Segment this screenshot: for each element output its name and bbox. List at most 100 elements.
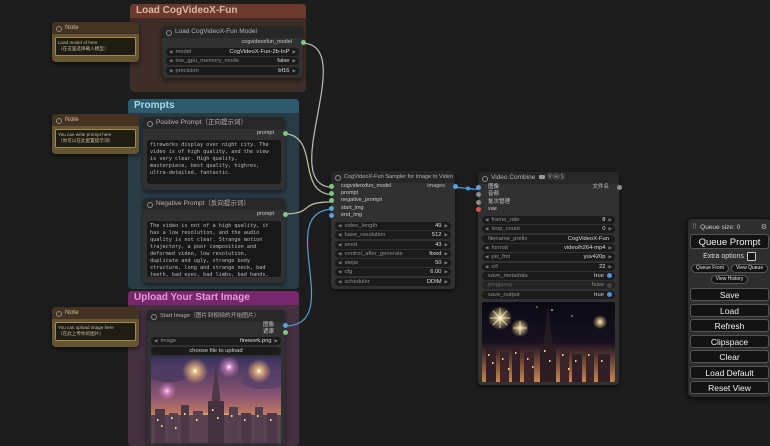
widget-frame-rate[interactable]: ◀frame_rate8▶ <box>482 216 615 224</box>
save-button[interactable]: Save <box>690 288 769 301</box>
node-sampler[interactable]: CogVideoX-Fun Sampler for Image to Video… <box>331 171 455 289</box>
clipspace-button[interactable]: Clipspace <box>690 335 769 348</box>
widget-precision[interactable]: ◀ precision bf16 ▶ <box>166 67 299 75</box>
left-arrow-icon[interactable]: ◀ <box>485 254 488 260</box>
widget-pingpong[interactable]: pingpongfalse <box>482 281 615 289</box>
widget-loop-count[interactable]: ◀loop_count0▶ <box>482 225 615 233</box>
input-dot-prompt[interactable] <box>329 191 334 196</box>
right-arrow-icon[interactable]: ▶ <box>445 242 448 248</box>
right-arrow-icon[interactable]: ▶ <box>275 338 278 344</box>
clear-button[interactable]: Clear <box>690 350 769 363</box>
output-dot-positive[interactable] <box>283 131 288 136</box>
widget-low-gpu-memory-mode[interactable]: ◀ low_gpu_memory_mode false ▶ <box>166 57 299 65</box>
widget-steps[interactable]: ◀steps50▶ <box>335 259 451 267</box>
note-text[interactable]: You can write prompt here （你可以在此配置提示词） <box>55 129 136 148</box>
collapse-dot-icon[interactable] <box>56 311 62 317</box>
input-dot-vae[interactable] <box>476 207 481 212</box>
left-arrow-icon[interactable]: ◀ <box>338 269 341 275</box>
left-arrow-icon[interactable]: ◀ <box>169 58 172 64</box>
right-arrow-icon[interactable]: ▶ <box>609 217 612 223</box>
note-node-prompt-header[interactable]: Note <box>52 114 139 126</box>
toggle-on-icon[interactable] <box>607 292 612 297</box>
note-text[interactable]: Load model of here （在这里选择载入模型） <box>55 37 136 56</box>
right-arrow-icon[interactable]: ▶ <box>445 223 448 229</box>
widget-cfg[interactable]: ◀cfg6.00▶ <box>335 268 451 276</box>
toggle-off-icon[interactable] <box>607 283 612 288</box>
left-arrow-icon[interactable]: ◀ <box>485 226 488 232</box>
widget-base-resolution[interactable]: ◀base_resolution512▶ <box>335 231 451 239</box>
right-arrow-icon[interactable]: ▶ <box>445 269 448 275</box>
node-load-model-header[interactable]: Load CogVideoX-Fun Model <box>162 26 303 38</box>
widget-image-file[interactable]: ◀ image firework.png ▶ <box>151 337 281 345</box>
left-arrow-icon[interactable]: ◀ <box>485 264 488 270</box>
node-video-combine[interactable]: Video Combine ⓋⒽⓈ 图像 文件名 音频 批次管理 vae ◀fr… <box>478 172 619 385</box>
negative-prompt-textarea[interactable]: The video is not of a high quality, it h… <box>147 221 281 277</box>
view-history-button[interactable]: View History <box>711 275 749 284</box>
input-dot-audio[interactable] <box>476 192 481 197</box>
widget-pix-fmt[interactable]: ◀pix_fmtyuv420p▶ <box>482 253 615 261</box>
comfyui-menu-panel[interactable]: ⠿ Queue size: 0 ⚙ Queue Prompt Extra opt… <box>687 218 770 398</box>
widget-control-after-generate[interactable]: ◀control_after_generatefixed▶ <box>335 250 451 258</box>
output-dot-model[interactable] <box>301 40 306 45</box>
widget-format[interactable]: ◀formatvideo/h264-mp4▶ <box>482 244 615 252</box>
widget-filename-prefix[interactable]: filename_prefixCogVideoX-Fun <box>482 235 615 243</box>
collapse-dot-icon[interactable] <box>335 175 341 181</box>
load-button[interactable]: Load <box>690 304 769 317</box>
load-default-button[interactable]: Load Default <box>690 366 769 379</box>
video-preview[interactable] <box>482 302 615 382</box>
collapse-dot-icon[interactable] <box>147 202 153 208</box>
widget-video-length[interactable]: ◀video_length49▶ <box>335 222 451 230</box>
output-dot-mask[interactable] <box>283 330 288 335</box>
left-arrow-icon[interactable]: ◀ <box>485 217 488 223</box>
output-dot-image[interactable] <box>283 323 288 328</box>
positive-prompt-textarea[interactable]: fireworks display over night city. The v… <box>147 140 281 184</box>
left-arrow-icon[interactable]: ◀ <box>338 279 341 285</box>
right-arrow-icon[interactable]: ▶ <box>445 232 448 238</box>
collapse-dot-icon[interactable] <box>151 314 157 320</box>
right-arrow-icon[interactable]: ▶ <box>609 254 612 260</box>
left-arrow-icon[interactable]: ◀ <box>169 49 172 55</box>
left-arrow-icon[interactable]: ◀ <box>338 223 341 229</box>
refresh-button[interactable]: Refresh <box>690 319 769 332</box>
gear-icon[interactable]: ⚙ <box>761 223 767 231</box>
node-graph-canvas[interactable]: Load CogVideoX-Fun Prompts Upload Your S… <box>0 0 770 446</box>
right-arrow-icon[interactable]: ▶ <box>445 251 448 257</box>
widget-save-metadata[interactable]: save_metadatatrue <box>482 272 615 280</box>
note-text[interactable]: You can upload image here （在此上传你的图片） <box>55 322 136 341</box>
widget-model[interactable]: ◀ model CogVideoX-Fun-2b-InP ▶ <box>166 48 299 56</box>
reset-view-button[interactable]: Reset View <box>690 381 769 394</box>
input-dot-end-img[interactable] <box>329 213 334 218</box>
note-node-image-header[interactable]: Note <box>52 307 139 319</box>
node-sampler-header[interactable]: CogVideoX-Fun Sampler for Image to Video <box>331 171 455 183</box>
input-dot-batch-manager[interactable] <box>476 200 481 205</box>
input-dot-start-img[interactable] <box>329 206 334 211</box>
right-arrow-icon[interactable]: ▶ <box>445 260 448 266</box>
note-node-prompt[interactable]: Note You can write prompt here （你可以在此配置提… <box>52 114 139 154</box>
left-arrow-icon[interactable]: ◀ <box>169 68 172 74</box>
drag-grip-icon[interactable]: ⠿ <box>692 223 697 231</box>
input-dot-image[interactable] <box>476 185 481 190</box>
widget-save-output[interactable]: save_outputtrue <box>482 291 615 299</box>
output-dot-negative[interactable] <box>283 212 288 217</box>
right-arrow-icon[interactable]: ▶ <box>609 245 612 251</box>
left-arrow-icon[interactable]: ◀ <box>338 242 341 248</box>
right-arrow-icon[interactable]: ▶ <box>609 264 612 270</box>
output-dot-filenames[interactable] <box>617 185 622 190</box>
queue-prompt-button[interactable]: Queue Prompt <box>690 234 769 249</box>
node-start-image[interactable]: Start Image（图片到视频的开始图片） 图像 遮罩 ◀ image fi… <box>147 310 285 446</box>
link-midpoint-dot[interactable] <box>466 187 470 191</box>
note-node-model[interactable]: Note Load model of here （在这里选择载入模型） <box>52 22 139 62</box>
collapse-dot-icon[interactable] <box>56 118 62 124</box>
right-arrow-icon[interactable]: ▶ <box>445 279 448 285</box>
right-arrow-icon[interactable]: ▶ <box>293 49 296 55</box>
right-arrow-icon[interactable]: ▶ <box>293 58 296 64</box>
collapse-dot-icon[interactable] <box>147 121 153 127</box>
note-node-image[interactable]: Note You can upload image here （在此上传你的图片… <box>52 307 139 347</box>
node-negative-prompt[interactable]: Negative Prompt（反向提示词） prompt The video … <box>143 198 285 283</box>
left-arrow-icon[interactable]: ◀ <box>338 251 341 257</box>
node-negative-prompt-header[interactable]: Negative Prompt（反向提示词） <box>143 198 285 210</box>
extra-options-checkbox[interactable] <box>747 252 756 261</box>
left-arrow-icon[interactable]: ◀ <box>338 232 341 238</box>
note-node-model-header[interactable]: Note <box>52 22 139 34</box>
widget-scheduler[interactable]: ◀schedulerDDIM▶ <box>335 278 451 286</box>
